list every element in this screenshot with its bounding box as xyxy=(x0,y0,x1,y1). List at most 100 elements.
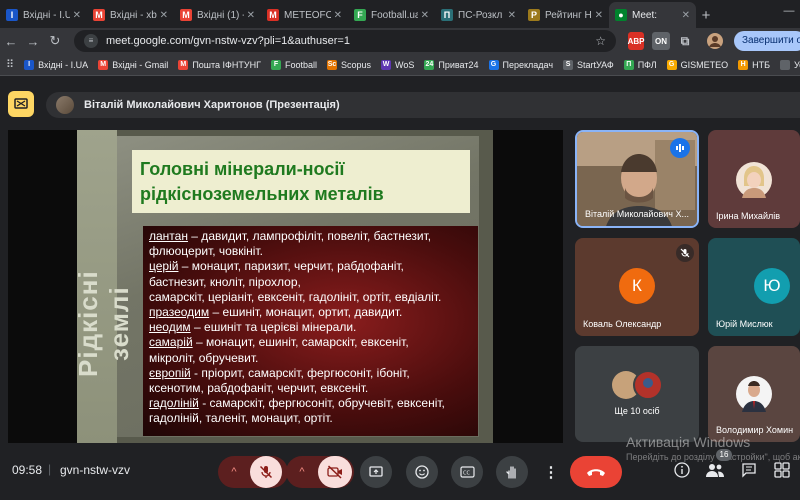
participant-tile-presenter[interactable]: Віталій Миколайович Х... xyxy=(575,130,699,228)
element-name: празеодим xyxy=(149,305,210,320)
mineral-list: флюоцерит, човкініт. xyxy=(149,244,263,259)
presentation-icon[interactable] xyxy=(8,91,34,117)
bookmark-label: Ус xyxy=(794,59,800,70)
presenter-name: Віталій Миколайович Харитонов (Презентац… xyxy=(84,99,340,111)
bookmark-item[interactable]: 24 Приват24 xyxy=(424,59,479,70)
bookmark-item[interactable]: Ус xyxy=(780,59,800,70)
bookmark-item[interactable]: W WoS xyxy=(381,59,414,70)
tab-close-icon[interactable]: ✕ xyxy=(682,10,690,21)
camera-options-chevron-icon[interactable]: ^ xyxy=(288,456,316,488)
browser-tab[interactable]: Р Рейтинг НП✕ xyxy=(522,2,609,28)
slide-text-line: європій - пріорит, самарскіт, фергюсоніт… xyxy=(149,366,472,381)
participant-tile-others[interactable]: Ще 10 осіб xyxy=(575,346,699,442)
tab-label: Football.ua xyxy=(371,9,418,21)
mineral-list: - самарскіт, фергюсоніт, обручевіт, евкс… xyxy=(198,396,445,411)
tab-close-icon[interactable]: ✕ xyxy=(73,10,81,21)
participant-name: Юрій Мислюк xyxy=(716,319,773,329)
bookmark-item[interactable]: G GISMETEO xyxy=(666,59,728,70)
bookmark-label: Пошта ІФНТУНГ xyxy=(192,59,261,70)
bookmark-item[interactable]: M Пошта ІФНТУНГ xyxy=(178,59,261,70)
participant-tile-iryna[interactable]: Ірина Михайлів xyxy=(708,130,800,228)
participant-name: Коваль Олександр xyxy=(583,319,662,329)
presentation-stage[interactable]: Рідкісні землі Головні мінерали-носії рі… xyxy=(8,130,563,443)
tab-close-icon[interactable]: ✕ xyxy=(595,10,603,21)
mineral-list: – ешиніт, монацит, ортит, давидит. xyxy=(209,305,403,320)
present-now-button[interactable] xyxy=(360,456,392,488)
clock-separator: | xyxy=(48,462,52,476)
bookmark-label: НТБ xyxy=(752,59,771,70)
bookmark-star-icon[interactable]: ☆ xyxy=(595,34,606,48)
browser-tab[interactable]: M Вхідні - xb ✕ xyxy=(87,2,174,28)
browser-tab[interactable]: M METEOFOR✕ xyxy=(261,2,348,28)
participants-count-badge: 16 xyxy=(716,449,732,461)
reload-icon[interactable]: ↻ xyxy=(44,33,66,49)
mic-off-icon xyxy=(259,465,273,479)
address-bar[interactable]: ≡ meet.google.com/gvn-nstw-vzv?pli=1&aut… xyxy=(74,30,616,52)
captions-button[interactable]: CC xyxy=(451,456,483,488)
leave-call-button[interactable] xyxy=(570,456,622,488)
bookmark-item[interactable]: F Football xyxy=(270,59,317,70)
people-icon[interactable] xyxy=(703,458,727,482)
reactions-button[interactable] xyxy=(406,456,438,488)
onoff-extension-icon[interactable]: ON xyxy=(652,32,670,50)
tab-favicon-icon: M xyxy=(93,9,105,21)
tab-close-icon[interactable]: ✕ xyxy=(421,10,429,21)
tab-label: METEOFOR xyxy=(284,9,331,21)
element-name: гадоліній xyxy=(149,396,199,411)
bookmark-item[interactable]: П ПФЛ xyxy=(623,59,657,70)
bookmark-item[interactable]: I Вхідні - I.UA xyxy=(24,59,88,70)
speaking-indicator-icon xyxy=(670,138,690,158)
meet-end-call-pill[interactable]: Завершити онлайн xyxy=(734,31,800,51)
activities-icon[interactable] xyxy=(770,458,794,482)
meeting-info-icon[interactable] xyxy=(670,458,694,482)
browser-tab[interactable]: F Football.ua ✕ xyxy=(348,2,435,28)
bookmark-favicon-icon: G xyxy=(666,59,677,70)
hang-up-icon xyxy=(587,469,605,476)
mic-options-chevron-icon[interactable]: ^ xyxy=(220,456,248,488)
element-name: європій xyxy=(149,365,191,380)
tab-close-icon[interactable]: ✕ xyxy=(160,10,168,21)
mineral-list: – монацит, паризит, черчит, рабдофаніт, xyxy=(178,259,404,274)
tab-label: Рейтинг НП xyxy=(545,9,592,21)
bookmark-item[interactable]: M Вхідні - Gmail xyxy=(98,59,168,70)
forward-icon[interactable]: → xyxy=(22,34,44,49)
slide: Рідкісні землі Головні мінерали-носії рі… xyxy=(77,130,493,443)
raise-hand-button[interactable] xyxy=(496,456,528,488)
browser-tab[interactable]: I Вхідні - I.UA✕ xyxy=(0,2,87,28)
back-icon[interactable]: ← xyxy=(0,34,22,49)
camera-off-button[interactable] xyxy=(318,456,352,488)
browser-tab[interactable]: П ПС-Розкл ✕ xyxy=(435,2,522,28)
tab-label: Вхідні - xb xyxy=(110,9,157,21)
site-info-icon[interactable]: ≡ xyxy=(84,34,98,48)
present-screen-icon xyxy=(369,466,383,477)
adblock-extension-icon[interactable]: ABP xyxy=(628,32,644,50)
bookmark-item[interactable]: Н НТБ xyxy=(738,59,771,70)
slide-text-line: неодим – ешиніт та церієві мінерали. xyxy=(149,320,472,335)
meeting-code: gvn-nstw-vzv xyxy=(60,463,131,477)
browser-tab[interactable]: ● Meet: ✕ xyxy=(609,2,696,28)
participant-tile-volodymyr[interactable]: Володимир Хомин xyxy=(708,346,800,442)
mic-off-button[interactable] xyxy=(250,456,282,488)
apps-grid-icon[interactable]: ⠿ xyxy=(6,58,14,71)
tab-close-icon[interactable]: ✕ xyxy=(247,10,255,21)
more-options-icon[interactable]: ⋮ xyxy=(540,456,562,488)
chat-icon[interactable] xyxy=(737,458,761,482)
emoji-icon xyxy=(415,465,429,479)
bookmark-item[interactable]: S StartУАФ xyxy=(563,59,614,70)
participant-tile-yurii[interactable]: Ю Юрій Мислюк xyxy=(708,238,800,336)
tab-favicon-icon: M xyxy=(267,9,279,21)
tab-label: Вхідні (1) - xyxy=(197,9,244,21)
bookmark-favicon-icon: W xyxy=(381,59,392,70)
tab-close-icon[interactable]: ✕ xyxy=(334,10,342,21)
bookmark-item[interactable]: Sc Scopus xyxy=(327,59,371,70)
extensions-puzzle-icon[interactable]: ⧉ xyxy=(678,32,692,50)
tab-close-icon[interactable]: ✕ xyxy=(508,10,516,21)
minimize-icon[interactable]: — xyxy=(778,0,800,22)
slide-text-line: празеодим – ешиніт, монацит, ортит, дави… xyxy=(149,305,472,320)
window-controls: — xyxy=(778,0,800,22)
profile-avatar[interactable] xyxy=(706,32,724,50)
tab-favicon-icon: Р xyxy=(528,9,540,21)
bookmark-item[interactable]: G Перекладач xyxy=(488,59,553,70)
browser-tab[interactable]: M Вхідні (1) - ✕ xyxy=(174,2,261,28)
new-tab-button[interactable]: + xyxy=(696,2,716,28)
